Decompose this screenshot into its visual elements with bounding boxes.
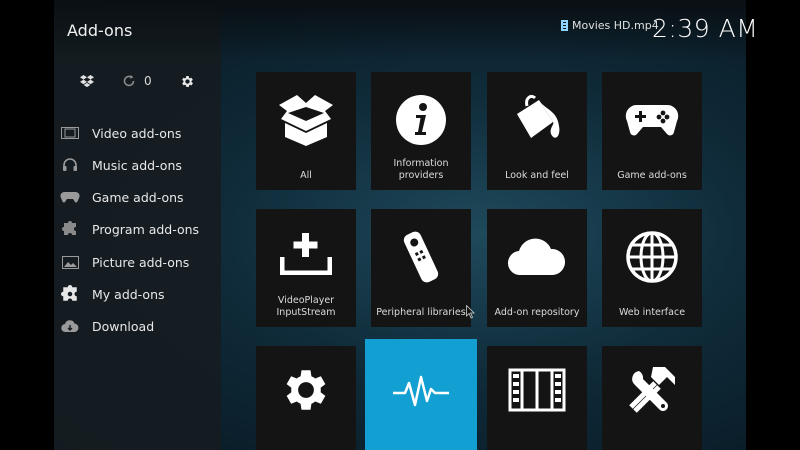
gamepad-icon [60,189,80,205]
tile-audio-selected[interactable] [365,339,477,450]
sidebar-item-video-addons[interactable]: Video add-ons [60,120,220,146]
puzzle-gear-icon [60,285,80,302]
film-icon [60,125,80,141]
tools-icon [602,360,702,420]
sidebar-toolbar: 0 [76,70,206,92]
tile-label: Web interface [618,307,686,318]
gear-icon [256,360,356,420]
tile-all[interactable]: All [256,72,356,190]
sidebar-item-game-addons[interactable]: Game add-ons [60,184,220,210]
tile-addon-repository[interactable]: Add-on repository [487,209,587,327]
update-count: 0 [144,74,152,88]
tile-videoplayer-inputstream[interactable]: VideoPlayer InputStream [256,209,356,327]
tile-web-interface[interactable]: Web interface [602,209,702,327]
sidebar-item-label: Game add-ons [92,189,184,205]
tile-label: Look and feel [505,170,569,181]
tile-peripheral-libraries[interactable]: Peripheral libraries [371,209,471,327]
dropbox-icon [80,75,94,88]
headphones-icon [60,157,80,173]
tile-information-providers[interactable]: Information providers [371,72,471,190]
now-playing-label: Movies HD.mp4 [572,19,659,32]
cloud-download-icon [60,318,80,334]
gear-icon [182,75,193,87]
sidebar-item-label: Download [92,318,155,334]
waveform-icon [365,361,477,421]
paint-bucket-icon [487,90,587,150]
sidebar-item-label: Program add-ons [92,221,200,237]
tile-label: VideoPlayer InputStream [276,295,336,318]
globe-icon [602,227,702,287]
tile-video-addons[interactable] [487,346,587,450]
sidebar-item-download[interactable]: Download [60,313,220,339]
tile-label: All [300,170,312,181]
tile-label: Add-on repository [494,307,580,318]
refresh-icon [123,75,135,87]
cloud-icon [487,227,587,287]
now-playing[interactable]: Movies HD.mp4 [561,19,659,32]
tile-program-addons[interactable] [602,346,702,450]
sidebar-item-picture-addons[interactable]: Picture add-ons [60,249,220,275]
sidebar-item-music-addons[interactable]: Music add-ons [60,152,220,178]
page-title: Add-ons [67,21,133,40]
sidebar-item-label: Music add-ons [92,157,182,173]
sidebar-item-program-addons[interactable]: Program add-ons [60,216,220,242]
sidebar-item-label: Video add-ons [92,125,182,141]
tile-look-and-feel[interactable]: Look and feel [487,72,587,190]
puzzle-icon [60,221,80,237]
tile-game-addons[interactable]: Game add-ons [602,72,702,190]
tile-system[interactable] [256,346,356,450]
update-button[interactable]: 0 [122,70,152,92]
sidebar-item-label: My add-ons [92,286,165,302]
picture-icon [60,254,80,270]
gamepad-icon [602,90,702,150]
open-box-icon [256,90,356,150]
film-icon [561,20,568,31]
tile-label: Peripheral libraries [376,307,466,318]
tile-label: Game add-ons [617,170,687,181]
clock: 2:39 AM [652,14,759,43]
sidebar-item-label: Picture add-ons [92,254,190,270]
dropbox-button[interactable] [80,70,94,92]
add-input-icon [256,223,356,283]
tile-label: Information providers [393,158,449,181]
remote-icon [371,227,471,287]
sidebar-item-my-addons[interactable]: My add-ons [60,281,220,307]
settings-button[interactable] [180,70,195,92]
info-icon [371,90,471,150]
film-strip-icon [487,360,587,420]
